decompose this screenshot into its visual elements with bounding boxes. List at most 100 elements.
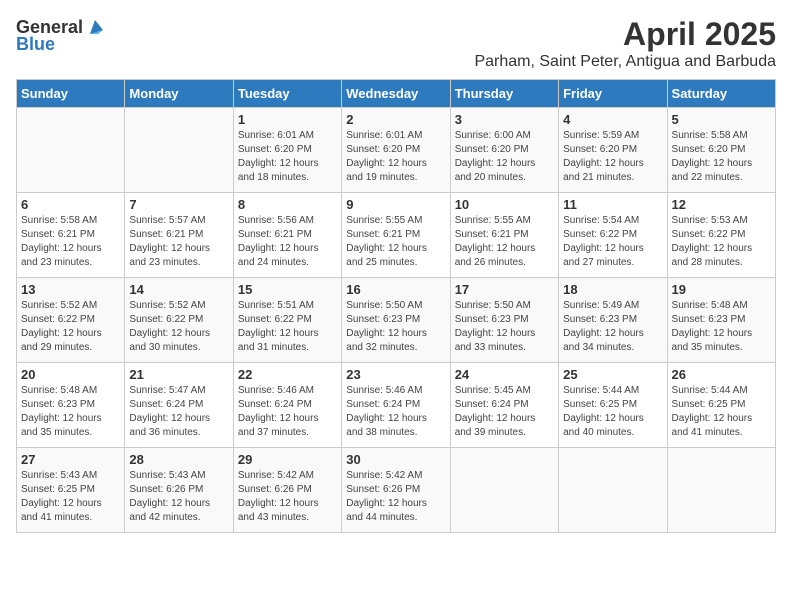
day-number: 15 (238, 282, 337, 297)
day-info: Sunrise: 5:48 AMSunset: 6:23 PMDaylight:… (672, 299, 771, 355)
day-of-week-header: Saturday (667, 80, 775, 108)
day-info: Sunrise: 5:53 AMSunset: 6:22 PMDaylight:… (672, 214, 771, 270)
day-number: 19 (672, 282, 771, 297)
day-number: 3 (455, 112, 554, 127)
logo: General Blue (16, 16, 107, 55)
calendar-week-row: 1 Sunrise: 6:01 AMSunset: 6:20 PMDaylight… (17, 108, 776, 193)
day-info: Sunrise: 5:43 AMSunset: 6:26 PMDaylight:… (129, 469, 228, 525)
day-info: Sunrise: 5:58 AMSunset: 6:20 PMDaylight:… (672, 129, 771, 185)
day-info: Sunrise: 5:50 AMSunset: 6:23 PMDaylight:… (455, 299, 554, 355)
day-info: Sunrise: 6:00 AMSunset: 6:20 PMDaylight:… (455, 129, 554, 185)
calendar-cell (667, 448, 775, 533)
day-number: 21 (129, 367, 228, 382)
day-info: Sunrise: 5:58 AMSunset: 6:21 PMDaylight:… (21, 214, 120, 270)
day-of-week-header: Thursday (450, 80, 558, 108)
day-of-week-header: Wednesday (342, 80, 450, 108)
calendar-cell: 9 Sunrise: 5:55 AMSunset: 6:21 PMDaylight… (342, 193, 450, 278)
calendar-cell: 11 Sunrise: 5:54 AMSunset: 6:22 PMDayligh… (559, 193, 667, 278)
calendar-week-row: 20 Sunrise: 5:48 AMSunset: 6:23 PMDayligh… (17, 363, 776, 448)
day-number: 20 (21, 367, 120, 382)
calendar-cell: 21Sunrise: 5:47 AMSunset: 6:24 PMDayligh… (125, 363, 233, 448)
day-number: 6 (21, 197, 120, 212)
day-of-week-header: Monday (125, 80, 233, 108)
calendar-cell: 1 Sunrise: 6:01 AMSunset: 6:20 PMDaylight… (233, 108, 341, 193)
day-number: 12 (672, 197, 771, 212)
calendar-cell (450, 448, 558, 533)
day-of-week-header: Sunday (17, 80, 125, 108)
month-title: April 2025 (474, 16, 776, 53)
day-number: 18 (563, 282, 662, 297)
calendar-cell: 2 Sunrise: 6:01 AMSunset: 6:20 PMDaylight… (342, 108, 450, 193)
calendar-cell: 24 Sunrise: 5:45 AMSunset: 6:24 PMDayligh… (450, 363, 558, 448)
calendar-cell: 22Sunrise: 5:46 AMSunset: 6:24 PMDayligh… (233, 363, 341, 448)
calendar-week-row: 13 Sunrise: 5:52 AMSunset: 6:22 PMDayligh… (17, 278, 776, 363)
day-info: Sunrise: 6:01 AMSunset: 6:20 PMDaylight:… (238, 129, 337, 185)
day-info: Sunrise: 5:56 AMSunset: 6:21 PMDaylight:… (238, 214, 337, 270)
day-number: 14 (129, 282, 228, 297)
day-number: 27 (21, 452, 120, 467)
day-info: Sunrise: 5:57 AMSunset: 6:21 PMDaylight:… (129, 214, 228, 270)
day-number: 8 (238, 197, 337, 212)
day-number: 17 (455, 282, 554, 297)
calendar-cell (17, 108, 125, 193)
day-info: Sunrise: 5:44 AMSunset: 6:25 PMDaylight:… (563, 384, 662, 440)
calendar-cell: 12 Sunrise: 5:53 AMSunset: 6:22 PMDayligh… (667, 193, 775, 278)
day-info: Sunrise: 5:46 AMSunset: 6:24 PMDaylight:… (346, 384, 445, 440)
day-info: Sunrise: 5:42 AMSunset: 6:26 PMDaylight:… (238, 469, 337, 525)
day-info: Sunrise: 5:52 AMSunset: 6:22 PMDaylight:… (129, 299, 228, 355)
day-info: Sunrise: 5:54 AMSunset: 6:22 PMDaylight:… (563, 214, 662, 270)
day-number: 26 (672, 367, 771, 382)
calendar-cell: 14 Sunrise: 5:52 AMSunset: 6:22 PMDayligh… (125, 278, 233, 363)
calendar-header-row: SundayMondayTuesdayWednesdayThursdayFrid… (17, 80, 776, 108)
day-info: Sunrise: 5:52 AMSunset: 6:22 PMDaylight:… (21, 299, 120, 355)
title-block: April 2025 Parham, Saint Peter, Antigua … (474, 16, 776, 71)
day-of-week-header: Friday (559, 80, 667, 108)
day-number: 7 (129, 197, 228, 212)
day-number: 28 (129, 452, 228, 467)
day-number: 2 (346, 112, 445, 127)
day-number: 5 (672, 112, 771, 127)
day-info: Sunrise: 5:48 AMSunset: 6:23 PMDaylight:… (21, 384, 120, 440)
day-info: Sunrise: 5:49 AMSunset: 6:23 PMDaylight:… (563, 299, 662, 355)
day-number: 11 (563, 197, 662, 212)
calendar-cell: 7 Sunrise: 5:57 AMSunset: 6:21 PMDaylight… (125, 193, 233, 278)
calendar-week-row: 6 Sunrise: 5:58 AMSunset: 6:21 PMDaylight… (17, 193, 776, 278)
day-number: 25 (563, 367, 662, 382)
calendar-cell: 20 Sunrise: 5:48 AMSunset: 6:23 PMDayligh… (17, 363, 125, 448)
logo-blue-text: Blue (16, 34, 55, 55)
calendar-table: SundayMondayTuesdayWednesdayThursdayFrid… (16, 79, 776, 533)
calendar-cell: 4 Sunrise: 5:59 AMSunset: 6:20 PMDaylight… (559, 108, 667, 193)
day-info: Sunrise: 5:45 AMSunset: 6:24 PMDaylight:… (455, 384, 554, 440)
day-info: Sunrise: 5:55 AMSunset: 6:21 PMDaylight:… (346, 214, 445, 270)
day-number: 4 (563, 112, 662, 127)
day-info: Sunrise: 5:51 AMSunset: 6:22 PMDaylight:… (238, 299, 337, 355)
logo-icon (84, 16, 106, 38)
calendar-cell: 30 Sunrise: 5:42 AMSunset: 6:26 PMDayligh… (342, 448, 450, 533)
day-number: 13 (21, 282, 120, 297)
calendar-week-row: 27 Sunrise: 5:43 AMSunset: 6:25 PMDayligh… (17, 448, 776, 533)
location-title: Parham, Saint Peter, Antigua and Barbuda (474, 53, 776, 71)
day-number: 30 (346, 452, 445, 467)
day-number: 24 (455, 367, 554, 382)
day-number: 23 (346, 367, 445, 382)
calendar-cell: 13 Sunrise: 5:52 AMSunset: 6:22 PMDayligh… (17, 278, 125, 363)
calendar-cell: 16Sunrise: 5:50 AMSunset: 6:23 PMDayligh… (342, 278, 450, 363)
calendar-cell: 10 Sunrise: 5:55 AMSunset: 6:21 PMDayligh… (450, 193, 558, 278)
day-number: 9 (346, 197, 445, 212)
day-number: 29 (238, 452, 337, 467)
day-number: 16 (346, 282, 445, 297)
calendar-cell: 19 Sunrise: 5:48 AMSunset: 6:23 PMDayligh… (667, 278, 775, 363)
day-number: 10 (455, 197, 554, 212)
day-info: Sunrise: 6:01 AMSunset: 6:20 PMDaylight:… (346, 129, 445, 185)
calendar-cell: 6 Sunrise: 5:58 AMSunset: 6:21 PMDaylight… (17, 193, 125, 278)
day-info: Sunrise: 5:59 AMSunset: 6:20 PMDaylight:… (563, 129, 662, 185)
calendar-cell: 29 Sunrise: 5:42 AMSunset: 6:26 PMDayligh… (233, 448, 341, 533)
day-number: 1 (238, 112, 337, 127)
day-info: Sunrise: 5:55 AMSunset: 6:21 PMDaylight:… (455, 214, 554, 270)
day-info: Sunrise: 5:43 AMSunset: 6:25 PMDaylight:… (21, 469, 120, 525)
calendar-cell (559, 448, 667, 533)
day-info: Sunrise: 5:44 AMSunset: 6:25 PMDaylight:… (672, 384, 771, 440)
calendar-cell: 5 Sunrise: 5:58 AMSunset: 6:20 PMDaylight… (667, 108, 775, 193)
day-info: Sunrise: 5:42 AMSunset: 6:26 PMDaylight:… (346, 469, 445, 525)
calendar-cell: 18 Sunrise: 5:49 AMSunset: 6:23 PMDayligh… (559, 278, 667, 363)
